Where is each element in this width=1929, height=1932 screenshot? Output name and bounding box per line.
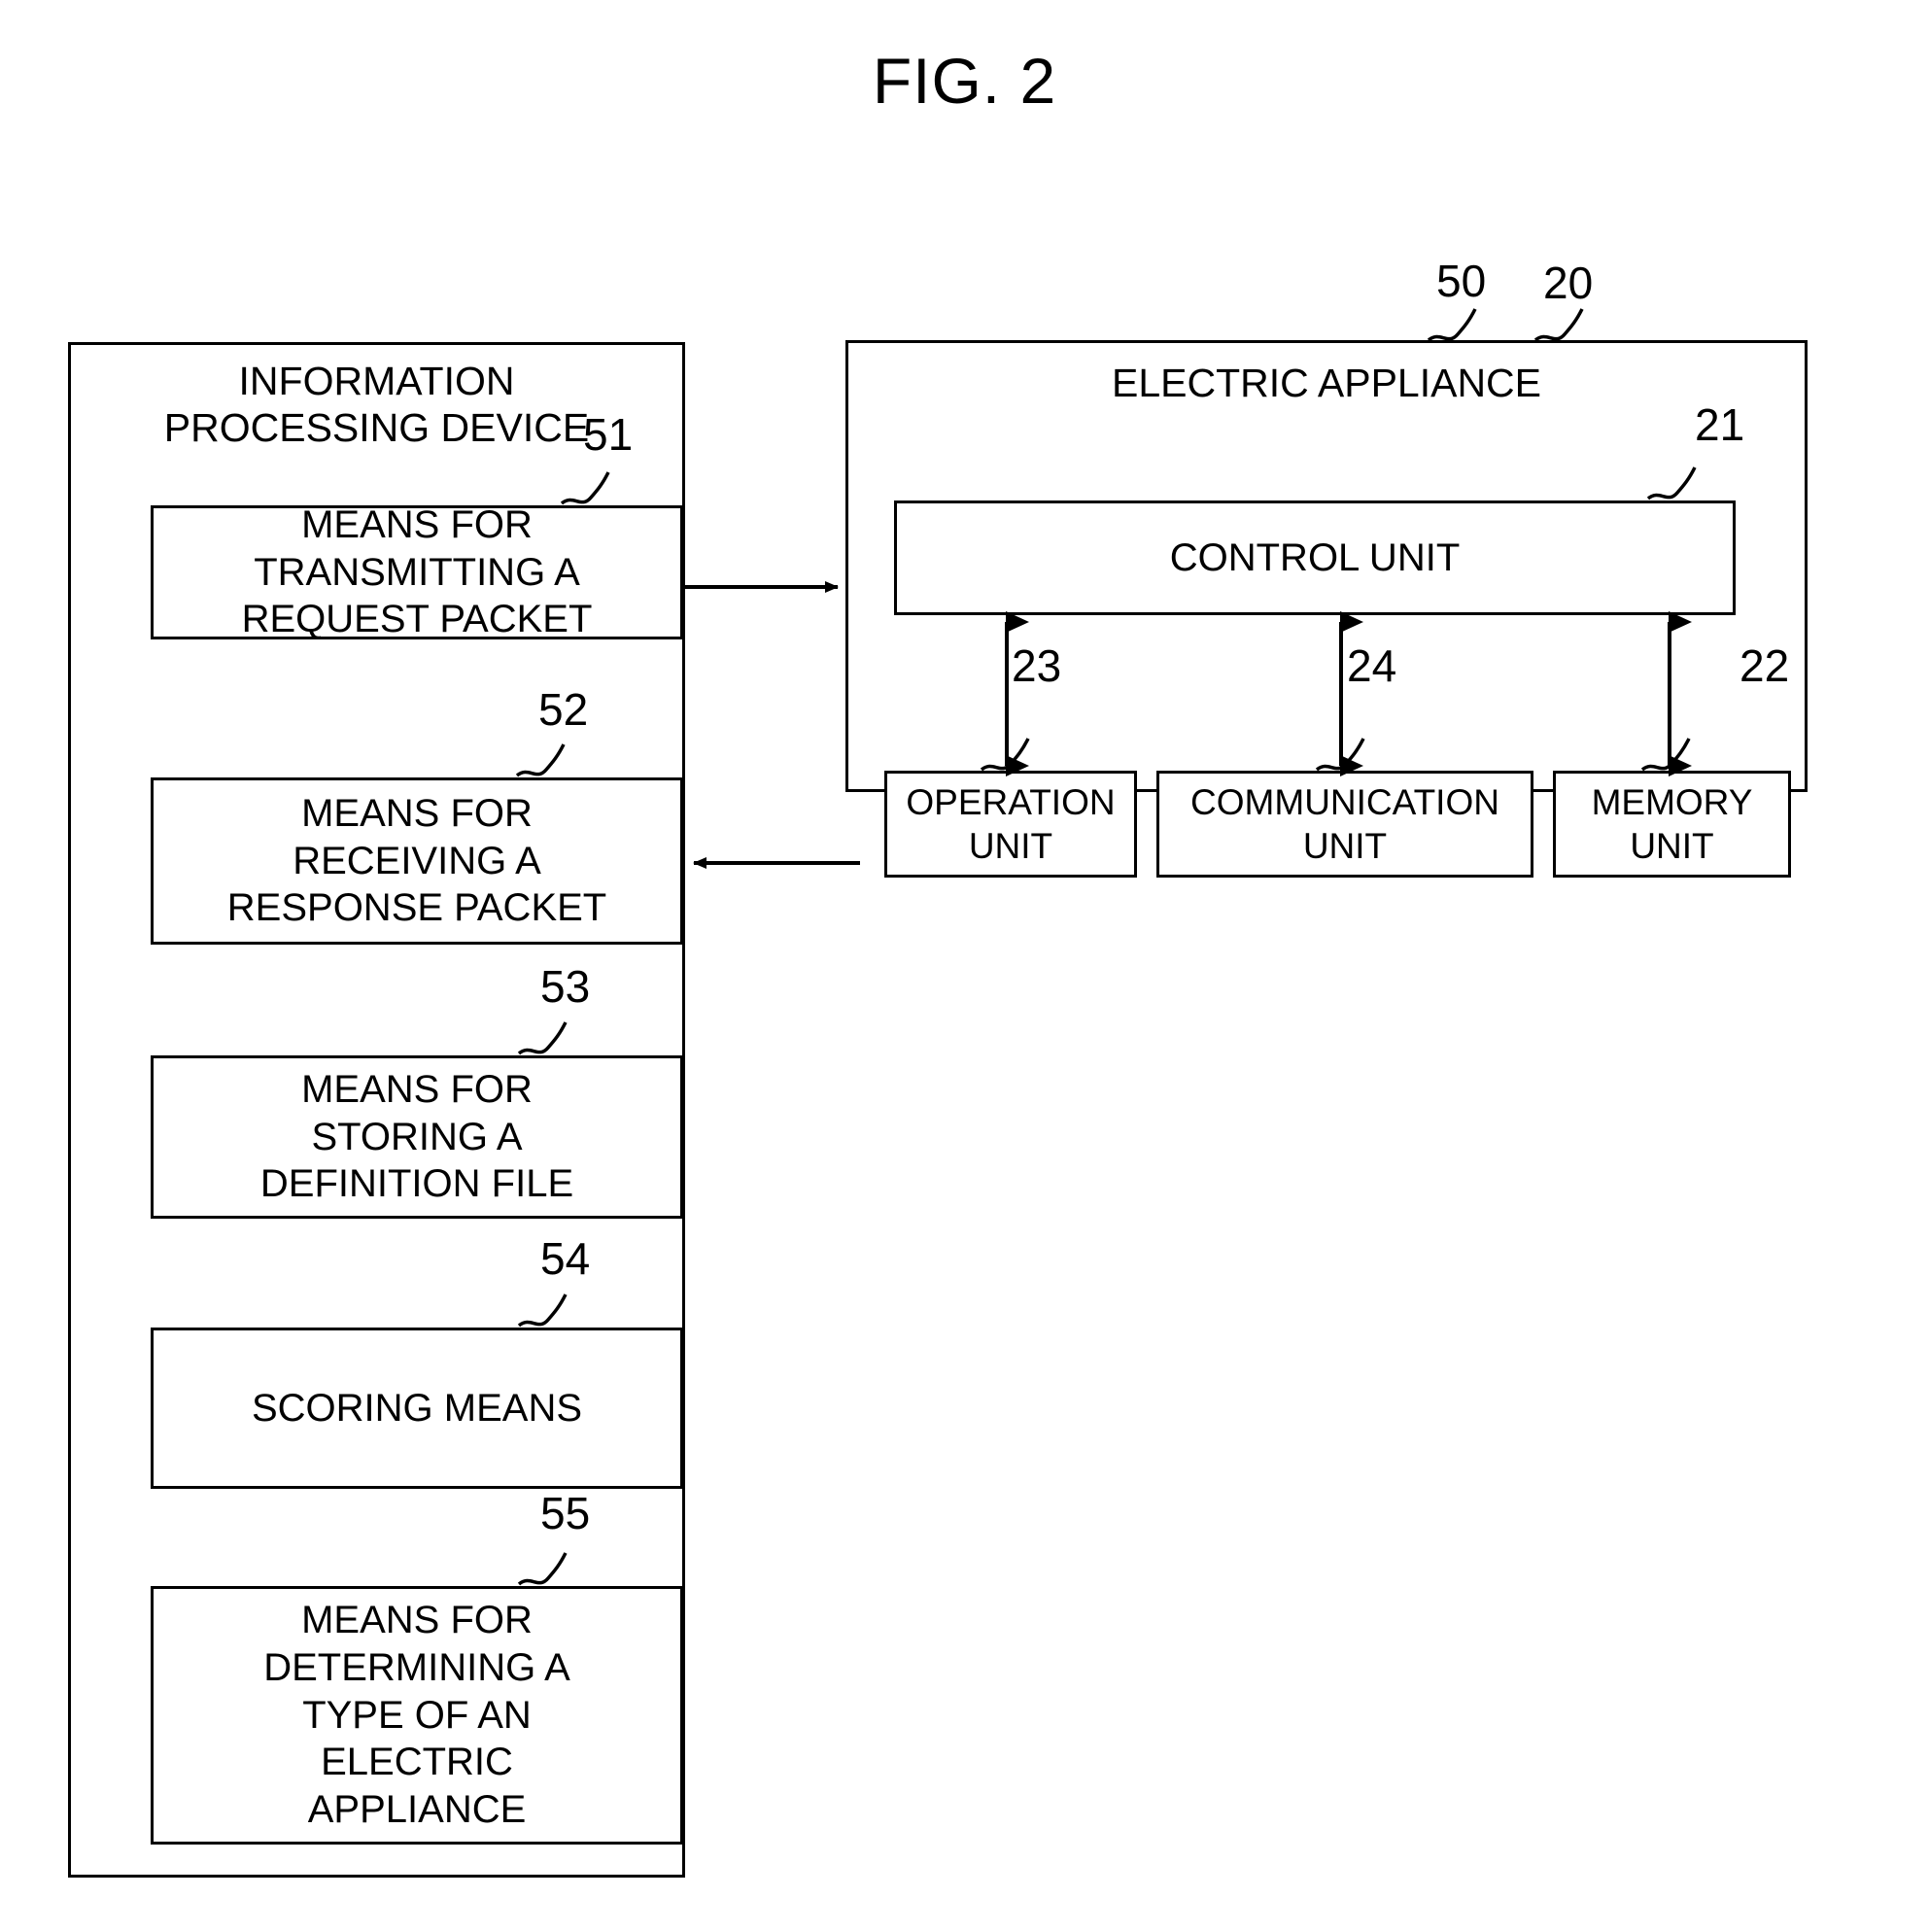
means-for-transmitting-a-request-packet-box: MEANS FOR TRANSMITTING A REQUEST PACKET (151, 503, 683, 640)
reference-numeral-50: 50 (1436, 256, 1487, 306)
reference-numeral-21: 21 (1695, 399, 1745, 450)
reference-numeral-54: 54 (540, 1233, 591, 1284)
reference-numeral-23: 23 (1012, 640, 1062, 691)
reference-numeral-22: 22 (1740, 640, 1790, 691)
means-for-receiving-a-response-packet-box: MEANS FOR RECEIVING A RESPONSE PACKET (151, 777, 683, 945)
box-24-label: COMMUNICATION UNIT (1190, 781, 1499, 866)
communication-unit-box: COMMUNICATION UNIT (1156, 771, 1533, 878)
box-52-label: MEANS FOR RECEIVING A RESPONSE PACKET (226, 791, 607, 930)
leader-50 (1427, 308, 1477, 342)
box-22-label: MEMORY UNIT (1591, 781, 1753, 866)
reference-numeral-55: 55 (540, 1488, 591, 1538)
figure-root: FIG. 2 INFORMATION PROCESSING DEVICE 50 … (0, 0, 1929, 1932)
box-55-label: MEANS FOR DETERMINING A TYPE OF AN ELECT… (263, 1599, 570, 1832)
operation-unit-box: OPERATION UNIT (884, 771, 1137, 878)
means-for-storing-a-definition-file-box: MEANS FOR STORING A DEFINITION FILE (151, 1055, 683, 1219)
reference-numeral-20: 20 (1543, 258, 1594, 308)
means-for-determining-a-type-of-an-electric-appliance-box: MEANS FOR DETERMINING A TYPE OF AN ELECT… (151, 1586, 683, 1845)
box-51-label: MEANS FOR TRANSMITTING A REQUEST PACKET (241, 502, 593, 641)
control-unit-box: CONTROL UNIT (894, 500, 1736, 615)
reference-numeral-53: 53 (540, 961, 591, 1012)
electric-appliance-title: ELECTRIC APPLIANCE (1111, 361, 1542, 405)
memory-unit-box: MEMORY UNIT (1553, 771, 1791, 878)
reference-numeral-51: 51 (583, 409, 634, 460)
reference-numeral-24: 24 (1347, 640, 1397, 691)
box-54-label: SCORING MEANS (251, 1386, 583, 1430)
reference-numeral-52: 52 (538, 684, 589, 735)
leader-20 (1533, 308, 1584, 342)
box-21-label: CONTROL UNIT (1169, 535, 1461, 579)
box-53-label: MEANS FOR STORING A DEFINITION FILE (259, 1067, 574, 1206)
scoring-means-box: SCORING MEANS (151, 1328, 683, 1489)
figure-title: FIG. 2 (872, 45, 1057, 117)
box-23-label: OPERATION UNIT (906, 781, 1116, 866)
